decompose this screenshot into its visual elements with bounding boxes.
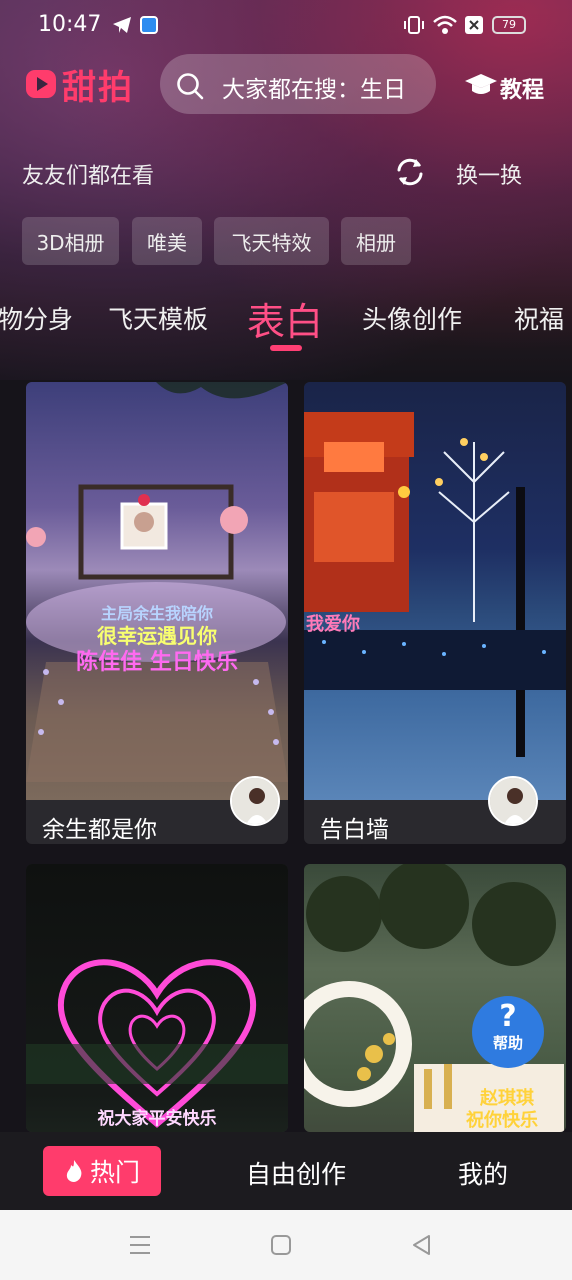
graduation-cap-icon[interactable] — [464, 72, 498, 98]
template-card[interactable]: 赵琪琪 祝你快乐 — [304, 864, 566, 1132]
template-card[interactable]: 祝大家平安快乐 — [26, 864, 288, 1132]
chip-beautiful[interactable]: 唯美 — [132, 217, 202, 265]
telegram-icon — [113, 17, 131, 33]
tab-confession[interactable]: 表白 — [247, 291, 323, 346]
wifi-icon — [433, 15, 457, 34]
menu-icon[interactable] — [128, 1234, 152, 1256]
tutorial-button[interactable]: 教程 — [500, 72, 544, 104]
template-card[interactable]: 主局余生我陪你 很幸运遇见你 陈佳佳 生日快乐 余生都是你 — [26, 382, 288, 844]
nav-free-create[interactable]: 自由创作 — [246, 1155, 346, 1191]
card-overlay-text: 祝大家平安快乐 — [97, 1109, 217, 1129]
chip-album[interactable]: 相册 — [341, 217, 411, 265]
card-thumbnail: 祝大家平安快乐 — [26, 864, 288, 1132]
card-title: 告白墙 — [320, 817, 389, 843]
chip-flying-effect[interactable]: 飞天特效 — [214, 217, 329, 265]
active-tab-indicator — [270, 345, 302, 351]
card-overlay-text: 陈佳佳 生日快乐 — [76, 650, 238, 675]
help-icon: ? — [499, 999, 517, 1034]
card-overlay-text: 我爱你 — [306, 614, 360, 635]
refresh-icon[interactable] — [394, 156, 426, 188]
status-time: 10:47 — [38, 12, 102, 37]
nav-hot[interactable]: 热门 — [43, 1146, 161, 1196]
back-icon[interactable] — [410, 1233, 432, 1257]
tab-flying-template[interactable]: 飞天模板 — [108, 300, 208, 336]
fire-icon — [66, 1160, 82, 1182]
home-icon[interactable] — [270, 1234, 292, 1256]
search-icon — [177, 73, 204, 100]
avatar[interactable] — [230, 776, 280, 826]
card-title: 余生都是你 — [42, 817, 157, 843]
nav-mine[interactable]: 我的 — [458, 1155, 508, 1191]
nav-hot-label: 热门 — [89, 1158, 140, 1187]
no-sim-icon — [465, 16, 483, 34]
logo-icon — [26, 70, 56, 98]
card-overlay-text: 祝你快乐 — [466, 1110, 538, 1131]
vibrate-icon — [404, 16, 424, 34]
card-thumbnail: 赵琪琪 祝你快乐 — [304, 864, 566, 1132]
refresh-button[interactable]: 换一换 — [456, 158, 522, 190]
tab-blessing[interactable]: 祝福 — [514, 300, 564, 336]
chip-3d-album[interactable]: 3D相册 — [22, 217, 119, 265]
help-button[interactable]: ? 帮助 — [472, 996, 544, 1068]
app-notification-icon — [140, 16, 158, 34]
template-card[interactable]: 我爱你 告白墙 — [304, 382, 566, 844]
card-thumbnail: 主局余生我陪你 很幸运遇见你 陈佳佳 生日快乐 — [26, 382, 288, 800]
battery-indicator: 79 — [492, 16, 526, 34]
card-thumbnail: 我爱你 — [304, 382, 566, 800]
help-label: 帮助 — [492, 1034, 523, 1052]
trending-title: 友友们都在看 — [22, 164, 155, 189]
avatar[interactable] — [488, 776, 538, 826]
tab-clone[interactable]: 物分身 — [0, 300, 73, 336]
tab-avatar-creation[interactable]: 头像创作 — [362, 300, 462, 336]
search-placeholder[interactable]: 大家都在搜：生日 — [222, 70, 406, 104]
app-logo: 甜拍 — [62, 68, 134, 108]
